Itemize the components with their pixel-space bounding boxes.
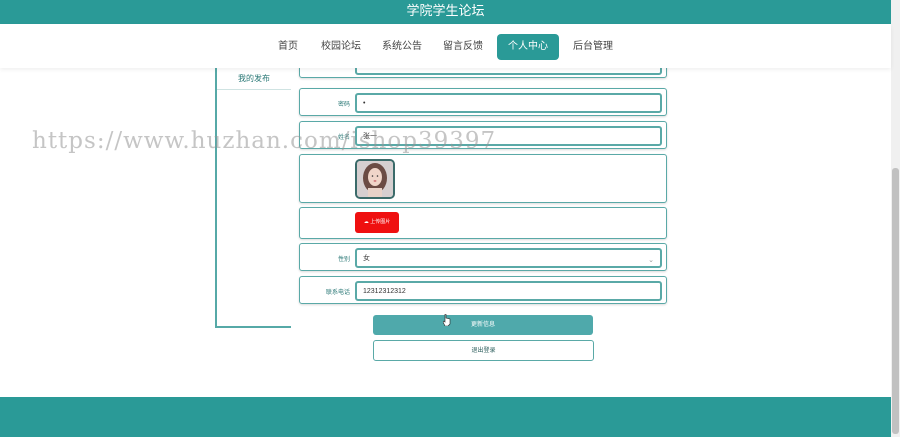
scrollbar-thumb[interactable] [892,168,899,434]
avatar-image [357,161,393,197]
name-label: 姓名 [337,134,350,141]
page-footer [0,397,891,437]
main-nav: 首页 校园论坛 系统公告 留言反馈 个人中心 后台管理 [0,24,891,68]
nav-admin[interactable]: 后台管理 [570,35,616,59]
nav-personal-center[interactable]: 个人中心 [497,34,559,60]
avatar [355,159,395,199]
upload-image-button[interactable]: ☁ 上传图片 [355,212,399,233]
gender-value: 女 [363,254,370,262]
name-field[interactable] [355,126,662,146]
logout-button[interactable]: 退出登录 [373,340,594,361]
form-row-avatar [299,154,667,203]
form-row-password: 密码 [299,88,667,116]
site-title: 学院学生论坛 [406,4,485,19]
form-row-phone: 联系电话 [299,276,667,304]
phone-field[interactable] [355,281,662,301]
password-label: 密码 [337,101,350,108]
mouse-cursor-icon [443,314,451,326]
sidebar-item-my-posts[interactable]: 我的发布 [217,68,291,90]
site-header: 学院学生论坛 [0,0,891,24]
profile-sidebar: 我的发布 [215,68,291,328]
form-row-upload: ☁ 上传图片 [299,207,667,239]
nav-campus-forum[interactable]: 校园论坛 [318,35,364,59]
chevron-down-icon: ⌄ [648,256,654,264]
gender-label: 性别 [337,256,350,263]
form-row-name: 姓名 [299,121,667,149]
page: 学院学生论坛 首页 校园论坛 系统公告 留言反馈 个人中心 后台管理 我的发布 … [0,0,900,437]
nav-home[interactable]: 首页 [270,35,306,59]
upload-label: 上传图片 [370,219,391,225]
gender-select[interactable]: 女 ⌄ [355,248,662,268]
password-field[interactable] [355,93,662,113]
nav-announcements[interactable]: 系统公告 [379,35,425,59]
phone-label: 联系电话 [325,289,350,296]
page-scrollbar[interactable] [891,0,900,437]
update-info-button[interactable]: 更新信息 [373,315,593,335]
form-row-gender: 性别 女 ⌄ [299,243,667,271]
nav-feedback[interactable]: 留言反馈 [440,35,486,59]
